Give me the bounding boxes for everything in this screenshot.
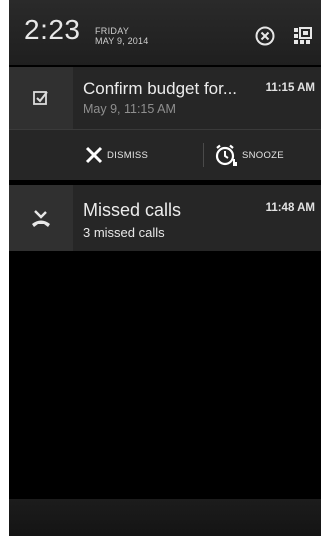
notification-time: 11:15 AM bbox=[265, 82, 315, 94]
dismiss-label: DISMISS bbox=[107, 149, 149, 161]
notification-subtitle: 3 missed calls bbox=[83, 225, 165, 240]
quick-settings-button[interactable] bbox=[291, 24, 315, 48]
notification-icon-box bbox=[9, 67, 73, 129]
shade-drag-handle[interactable] bbox=[9, 499, 321, 536]
notification-time: 11:48 AM bbox=[265, 202, 315, 214]
notification-subtitle: May 9, 11:15 AM bbox=[83, 102, 176, 116]
quick-settings-icon bbox=[294, 27, 312, 44]
date-block: FRIDAY MAY 9, 2014 bbox=[95, 26, 148, 47]
notification-icon-box bbox=[9, 185, 73, 251]
notification-task[interactable]: Confirm budget for... May 9, 11:15 AM 11… bbox=[9, 67, 321, 129]
dismiss-button[interactable]: DISMISS bbox=[85, 142, 148, 168]
notification-title: Missed calls bbox=[83, 200, 182, 220]
missed-call-icon bbox=[32, 210, 50, 227]
notification-shade: 2:23 FRIDAY MAY 9, 2014 Confirm budget f… bbox=[9, 0, 321, 536]
checkbox-task-icon bbox=[33, 91, 48, 105]
date-label: MAY 9, 2014 bbox=[95, 36, 149, 46]
clock-time: 2:23 bbox=[24, 14, 81, 45]
alarm-snooze-icon bbox=[215, 144, 237, 166]
action-separator bbox=[203, 143, 204, 167]
close-icon bbox=[85, 146, 103, 164]
status-header: 2:23 FRIDAY MAY 9, 2014 bbox=[9, 0, 321, 65]
notification-missed-calls[interactable]: Missed calls 3 missed calls 11:48 AM bbox=[9, 185, 321, 251]
clear-all-icon bbox=[255, 26, 275, 46]
clear-all-button[interactable] bbox=[253, 24, 277, 48]
notification-actions: DISMISS SNOOZE bbox=[9, 130, 321, 180]
snooze-button[interactable]: SNOOZE bbox=[214, 142, 284, 168]
day-of-week: FRIDAY bbox=[95, 26, 130, 36]
snooze-label: SNOOZE bbox=[242, 149, 284, 161]
notification-title: Confirm budget for... bbox=[83, 79, 238, 98]
